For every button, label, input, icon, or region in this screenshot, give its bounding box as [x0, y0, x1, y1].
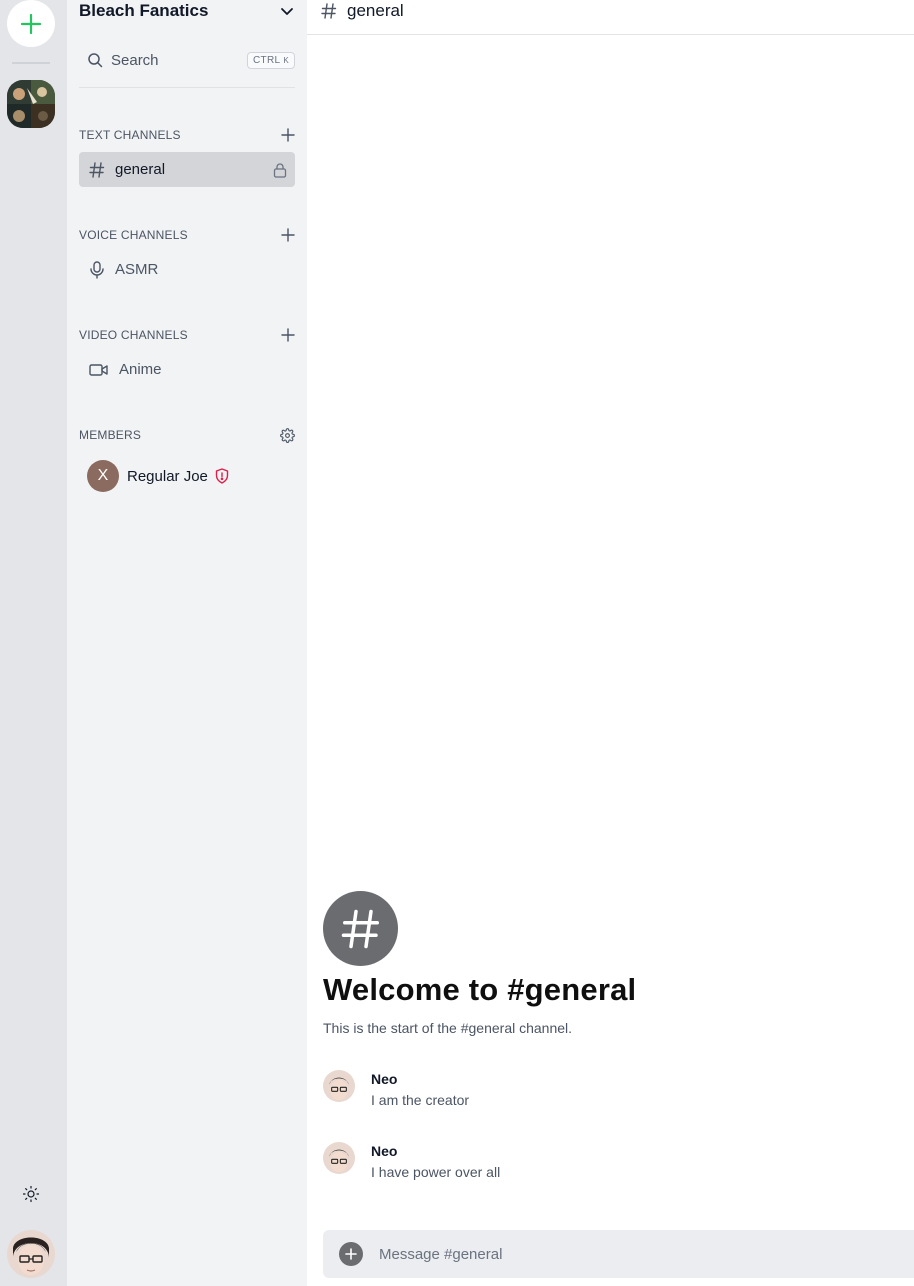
members-header: MEMBERS: [79, 425, 295, 445]
text-channels-header: TEXT CHANNELS: [79, 125, 295, 145]
channel-title: general: [347, 1, 404, 20]
shield-alert-icon: [215, 468, 229, 484]
channel-name: ASMR: [115, 261, 159, 278]
mic-icon: [90, 260, 104, 279]
message-author[interactable]: Neo: [371, 1071, 397, 1087]
channel-sidebar: Bleach Fanatics Search CTRL K TEXT CHANNE…: [67, 0, 307, 1286]
welcome-hash-badge: [323, 891, 398, 966]
add-server-button[interactable]: [7, 0, 55, 47]
channel-anime[interactable]: Anime: [79, 352, 295, 387]
search-icon: [88, 53, 103, 68]
member-name: Regular Joe: [127, 467, 208, 485]
video-icon: [89, 363, 108, 376]
channel-name: general: [115, 161, 166, 178]
add-voice-channel-icon[interactable]: [281, 228, 295, 242]
video-channels-title: VIDEO CHANNELS: [79, 328, 188, 342]
members-title: MEMBERS: [79, 428, 142, 442]
plus-icon: [345, 1248, 357, 1260]
channel-header: general: [307, 0, 914, 35]
message-composer: [323, 1230, 914, 1278]
member-avatar: X: [87, 460, 119, 492]
voice-channels-title: VOICE CHANNELS: [79, 228, 188, 242]
message[interactable]: Neo I am the creator: [323, 1070, 903, 1118]
member-regular-joe[interactable]: X Regular Joe: [87, 460, 229, 492]
add-video-channel-icon[interactable]: [281, 328, 295, 342]
chat-main: general Welcome to #general This is the …: [307, 0, 914, 1286]
hash-icon: [89, 161, 105, 178]
add-text-channel-icon[interactable]: [281, 128, 295, 142]
message[interactable]: Neo I have power over all: [323, 1142, 903, 1190]
hash-icon: [321, 3, 337, 19]
message-input[interactable]: [379, 1245, 859, 1263]
welcome-subtitle: This is the start of the #general channe…: [323, 1020, 573, 1036]
sun-icon: [22, 1185, 40, 1203]
welcome-title: Welcome to #general: [323, 972, 637, 1007]
server-name: Bleach Fanatics: [79, 1, 209, 20]
message-avatar[interactable]: [323, 1142, 355, 1174]
message-content: I am the creator: [371, 1092, 470, 1108]
message-content: I have power over all: [371, 1164, 501, 1180]
message-author[interactable]: Neo: [371, 1143, 397, 1159]
server-rail: [0, 0, 67, 1286]
attach-button[interactable]: [339, 1242, 363, 1266]
plus-icon: [20, 13, 42, 34]
hash-icon: [341, 909, 379, 948]
channel-general[interactable]: general: [79, 152, 295, 187]
gear-icon[interactable]: [280, 427, 295, 443]
search-divider: [79, 87, 295, 88]
search-shortcut: CTRL K: [247, 51, 295, 69]
server-header[interactable]: Bleach Fanatics: [79, 0, 295, 22]
server-icon-bleach-fanatics[interactable]: [7, 80, 55, 128]
text-channels-title: TEXT CHANNELS: [79, 128, 181, 142]
message-avatar[interactable]: [323, 1070, 355, 1102]
channel-asmr[interactable]: ASMR: [79, 252, 295, 287]
voice-channels-header: VOICE CHANNELS: [79, 225, 295, 245]
search-label: Search: [111, 51, 159, 69]
search-button[interactable]: Search CTRL K: [79, 44, 295, 76]
chevron-down-icon: [281, 8, 293, 15]
video-channels-header: VIDEO CHANNELS: [79, 325, 295, 345]
rail-divider: [12, 62, 50, 64]
theme-toggle-button[interactable]: [20, 1183, 42, 1205]
channel-name: Anime: [119, 361, 162, 378]
lock-icon: [273, 162, 287, 178]
user-avatar[interactable]: [7, 1230, 55, 1278]
